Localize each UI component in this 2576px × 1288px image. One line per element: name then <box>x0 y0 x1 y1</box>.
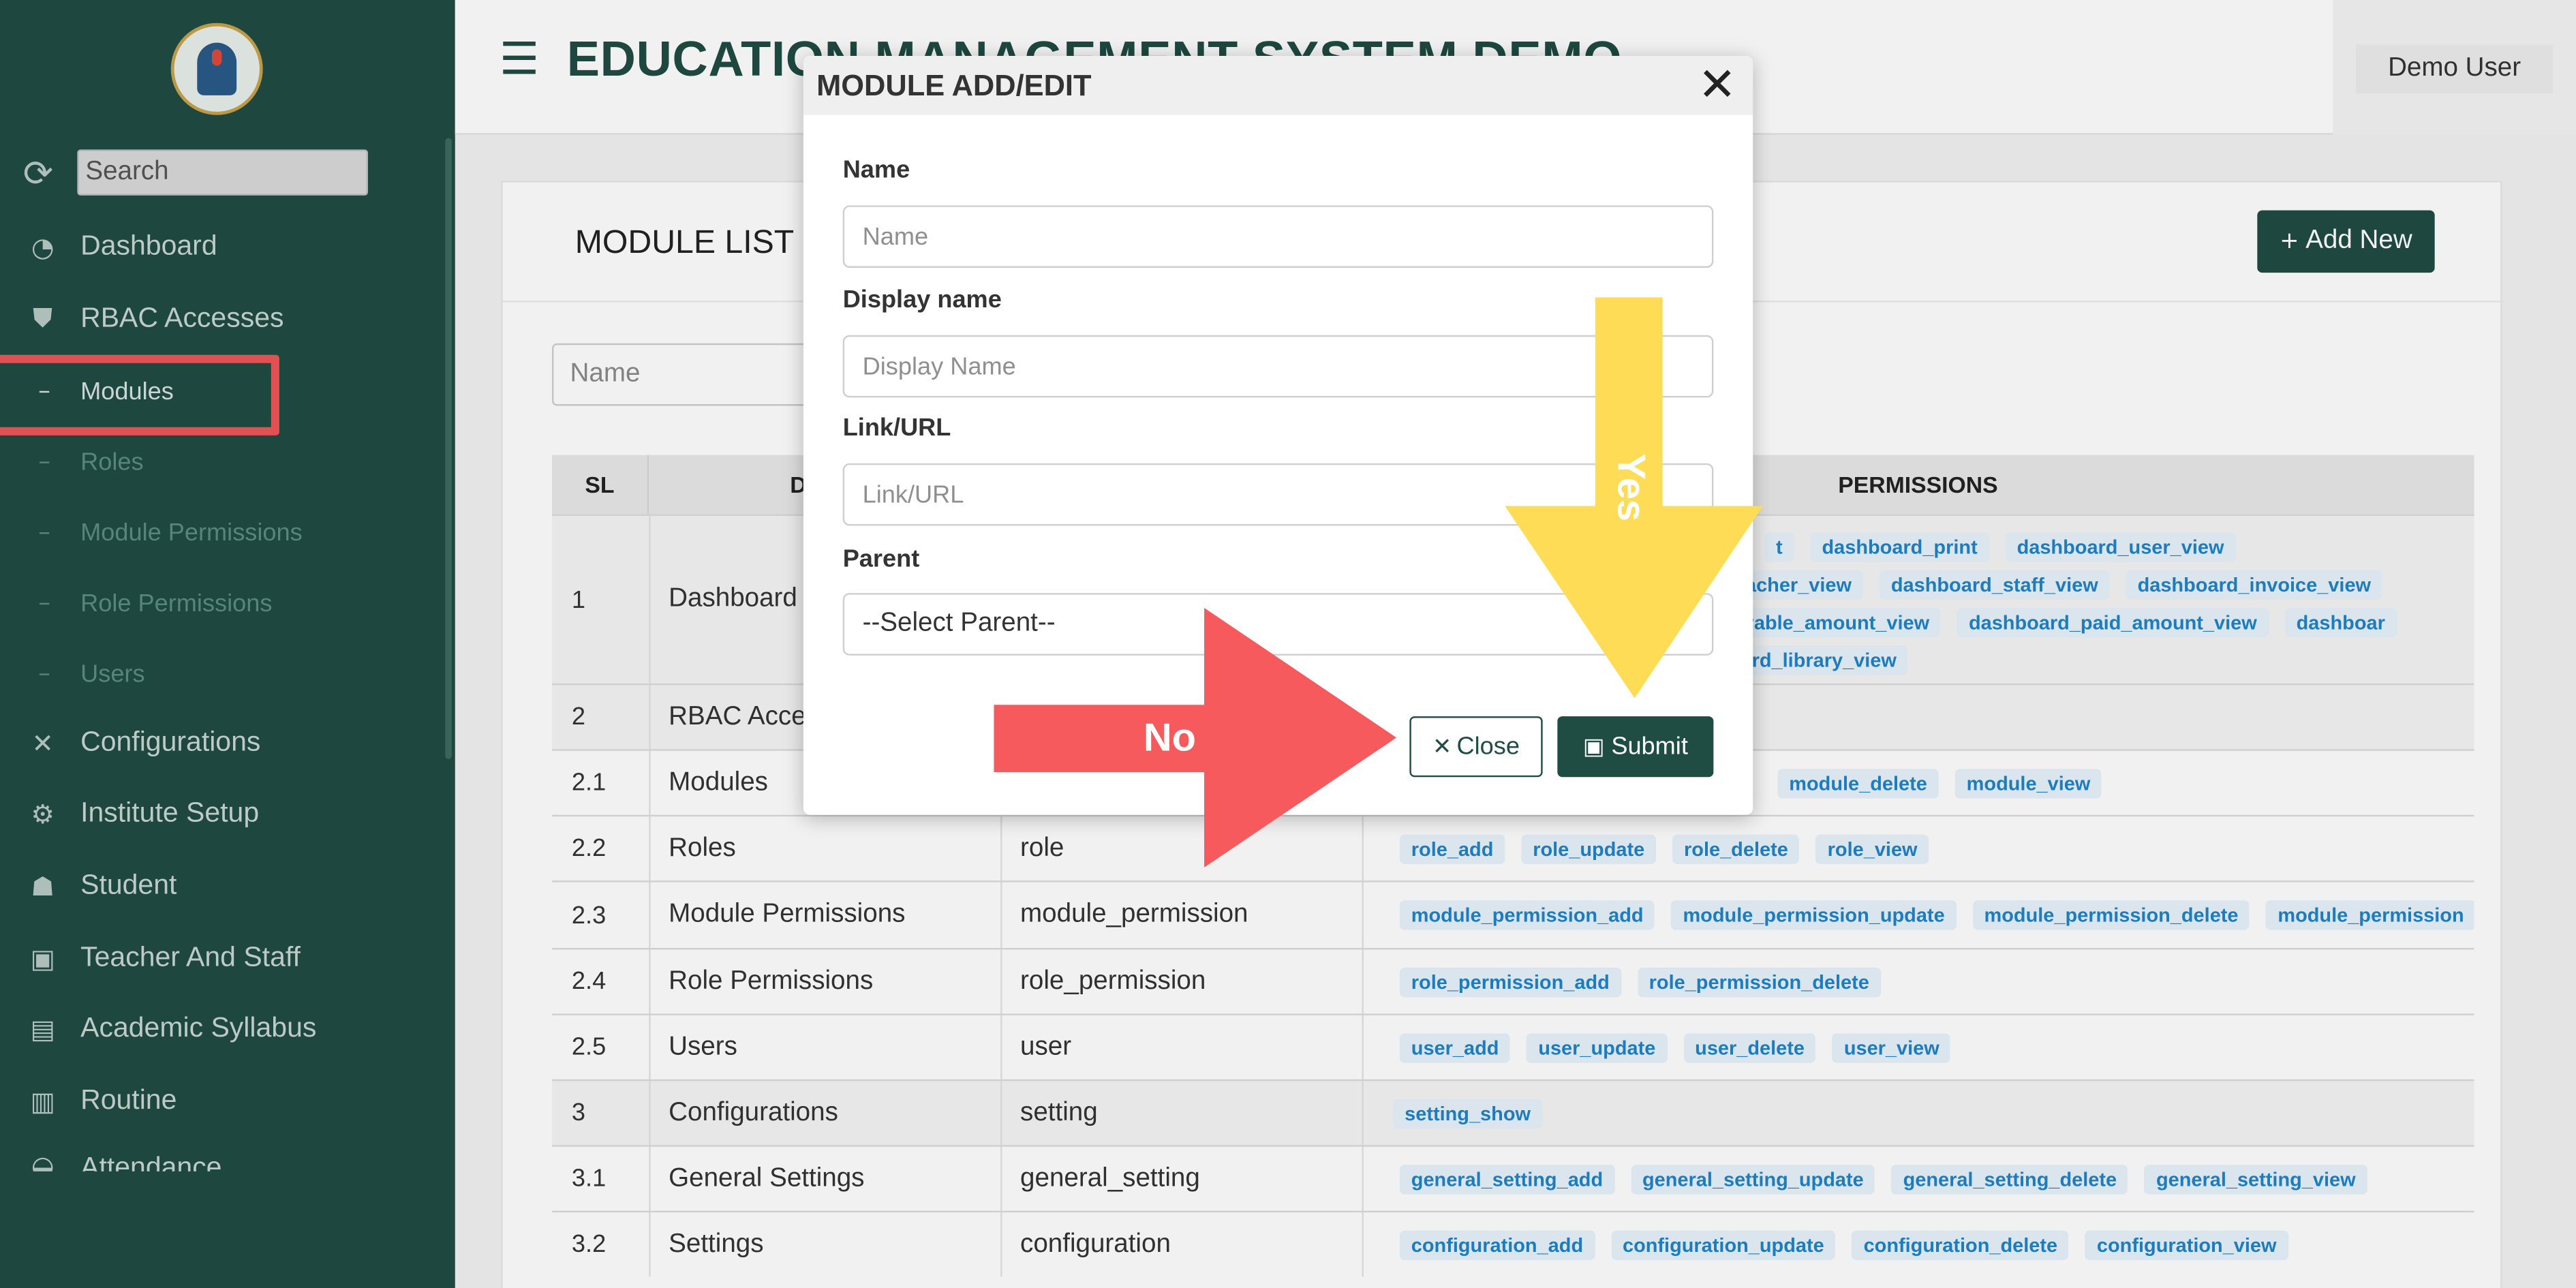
submit-button-label: Submit <box>1611 733 1688 761</box>
module-add-edit-modal: MODULE ADD/EDIT ✕ Name Display name Link… <box>803 55 1753 815</box>
link-url-input[interactable] <box>842 463 1714 526</box>
display-name-label: Display name <box>842 286 1002 314</box>
submit-button[interactable]: ▣ Submit <box>1557 716 1714 778</box>
name-label: Name <box>842 156 910 184</box>
close-x-icon: ✕ <box>1432 733 1452 760</box>
display-name-input[interactable] <box>842 335 1714 398</box>
parent-select[interactable]: --Select Parent-- <box>842 593 1714 656</box>
close-button[interactable]: ✕ Close <box>1409 716 1543 778</box>
yes-arrow-label: Yes <box>1608 453 1653 522</box>
parent-label: Parent <box>842 545 920 574</box>
close-button-label: Close <box>1456 733 1520 761</box>
parent-select-value: --Select Parent-- <box>862 609 1056 638</box>
name-input[interactable] <box>842 205 1714 268</box>
save-icon: ▣ <box>1582 733 1605 760</box>
modal-title: MODULE ADD/EDIT <box>816 69 1092 102</box>
link-url-label: Link/URL <box>842 414 951 442</box>
modal-header: MODULE ADD/EDIT ✕ <box>803 55 1753 115</box>
close-icon[interactable]: ✕ <box>1698 60 1737 110</box>
no-arrow-label: No <box>1143 716 1196 761</box>
